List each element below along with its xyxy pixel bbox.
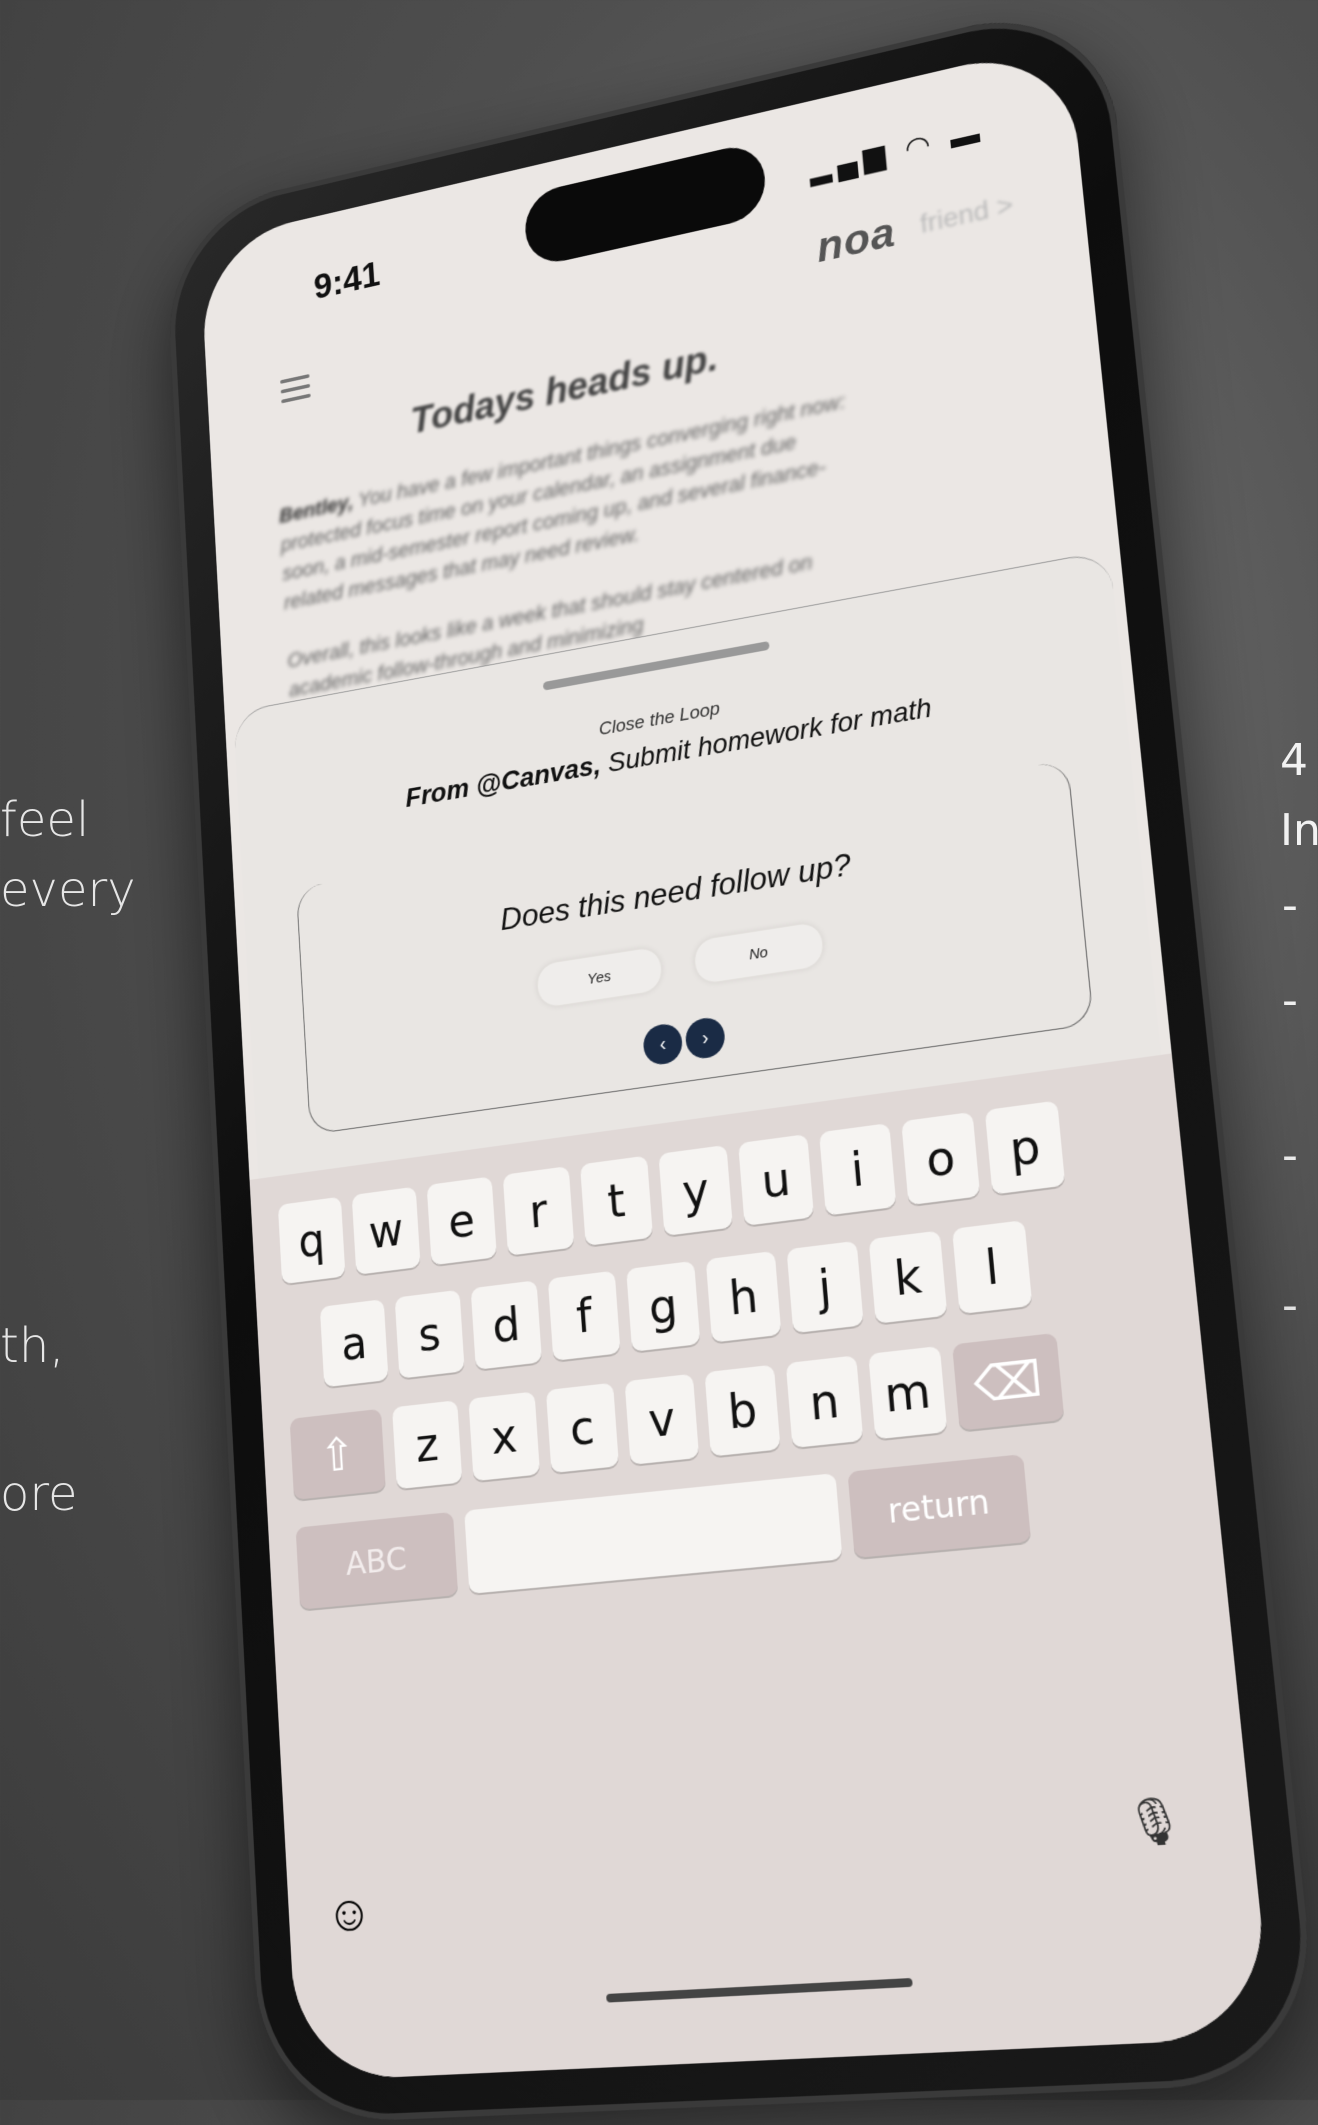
key-p[interactable]: p — [984, 1100, 1066, 1195]
status-time: 9:41 — [312, 255, 382, 308]
signal-icon: ▂▄▆ — [807, 137, 893, 187]
keyboard: q w e r t y u i o p a s d f g h j k l ⇧ … — [249, 1053, 1274, 2082]
battery-icon: ▬ — [948, 116, 987, 155]
key-h[interactable]: h — [705, 1250, 782, 1343]
delete-icon: ⌫ — [971, 1349, 1045, 1414]
key-n[interactable]: n — [785, 1355, 864, 1449]
delete-key[interactable]: ⌫ — [952, 1332, 1065, 1431]
home-indicator[interactable] — [606, 1977, 913, 2003]
yes-button[interactable]: Yes — [535, 945, 664, 1010]
next-button[interactable]: › — [684, 1015, 727, 1061]
emoji-icon[interactable]: ☺ — [325, 1884, 374, 1944]
key-b[interactable]: b — [704, 1364, 781, 1457]
key-u[interactable]: u — [738, 1134, 815, 1226]
dynamic-island — [522, 140, 768, 269]
app-logo: noa — [815, 208, 898, 272]
key-l[interactable]: l — [952, 1220, 1033, 1315]
key-z[interactable]: z — [392, 1400, 463, 1490]
key-e[interactable]: e — [426, 1176, 497, 1266]
key-f[interactable]: f — [547, 1270, 621, 1361]
space-key[interactable] — [464, 1473, 843, 1594]
key-d[interactable]: d — [470, 1280, 543, 1370]
key-v[interactable]: v — [624, 1373, 700, 1465]
menu-icon[interactable] — [280, 374, 311, 404]
key-m[interactable]: m — [868, 1345, 948, 1440]
key-o[interactable]: o — [901, 1111, 981, 1206]
follow-up-card: Does this need follow up? Yes No ‹ › — [295, 759, 1095, 1135]
key-q[interactable]: q — [277, 1196, 346, 1285]
key-g[interactable]: g — [626, 1260, 701, 1352]
left-text-line3: th, — [0, 1318, 65, 1374]
wifi-icon: ◠ — [903, 127, 938, 166]
key-y[interactable]: y — [658, 1144, 733, 1237]
key-s[interactable]: s — [394, 1289, 465, 1379]
abc-key[interactable]: ABC — [295, 1511, 459, 1610]
app-logo-sub[interactable]: friend > — [919, 189, 1014, 239]
microphone-icon[interactable]: 🎙 — [1123, 1793, 1187, 1851]
return-key[interactable]: return — [847, 1454, 1032, 1559]
previous-button[interactable]: ‹ — [642, 1021, 684, 1067]
key-t[interactable]: t — [579, 1155, 653, 1246]
shift-icon: ⇧ — [318, 1425, 357, 1484]
sheet-grabber[interactable] — [542, 640, 770, 691]
no-button[interactable]: No — [692, 920, 826, 986]
chevron-right-icon: › — [701, 1026, 710, 1049]
key-w[interactable]: w — [351, 1186, 421, 1275]
phone-mockup: 9:41 ▂▄▆ ◠ ▬ noa friend > Todays heads u… — [60, 0, 1318, 2125]
key-k[interactable]: k — [868, 1230, 948, 1324]
key-j[interactable]: j — [786, 1240, 864, 1334]
key-i[interactable]: i — [819, 1123, 897, 1216]
shift-key[interactable]: ⇧ — [289, 1408, 386, 1500]
key-a[interactable]: a — [319, 1299, 389, 1388]
key-x[interactable]: x — [468, 1391, 541, 1482]
status-icons: ▂▄▆ ◠ ▬ — [808, 115, 987, 187]
key-r[interactable]: r — [502, 1166, 575, 1256]
key-c[interactable]: c — [545, 1382, 619, 1474]
chevron-left-icon: ‹ — [658, 1032, 667, 1056]
